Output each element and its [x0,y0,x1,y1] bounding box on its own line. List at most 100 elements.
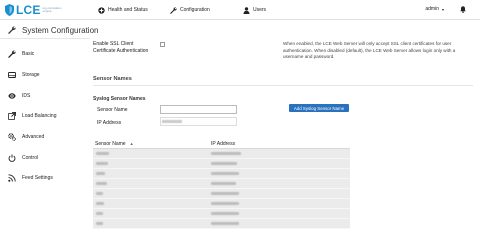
section-divider [93,85,473,86]
wrench-icon [8,50,16,58]
table-row[interactable] [93,209,350,219]
logo-text: LCE [16,3,41,17]
sidebar-item-control[interactable]: Control [8,153,38,163]
redacted-text [211,152,241,155]
redacted-text [211,222,239,225]
gears-icon [8,133,16,141]
cell-ip-address-redacted [211,152,350,155]
cell-sensor-name-redacted [93,202,211,205]
eye-icon [8,93,16,99]
ssl-client-cert-checkbox[interactable] [160,42,165,47]
sidebar-item-basic[interactable]: Basic [8,49,34,59]
table-body [93,149,350,229]
cell-sensor-name-redacted [93,162,211,165]
syslog-sensor-names-title: Syslog Sensor Names [93,96,146,102]
cell-ip-address-redacted [211,192,350,195]
title-divider [0,38,90,39]
redacted-text [96,152,109,155]
nav-users-label: Users [253,7,267,13]
lce-logo[interactable]: LCE log correlation engine [5,3,65,17]
power-icon [8,154,16,162]
add-syslog-sensor-name-button[interactable]: Add Syslog Sensor Name [289,104,349,112]
wrench-icon [170,6,177,14]
chevron-down-icon: ▾ [441,6,444,12]
bell-icon[interactable] [460,6,466,13]
table-row[interactable] [93,179,350,189]
column-header-ip-address[interactable]: IP Address [211,141,350,147]
user-icon [243,6,250,14]
nav-users[interactable]: Users [243,5,266,15]
redacted-text [211,202,239,205]
cell-sensor-name-redacted [93,152,211,155]
page-title-text: System Configuration [22,25,99,35]
drive-icon [8,72,16,78]
nav-configuration[interactable]: Configuration [170,5,210,15]
redacted-text [211,212,239,215]
table-row[interactable] [93,199,350,209]
table-row[interactable] [93,189,350,199]
cell-sensor-name-redacted [93,222,211,225]
redacted-text [96,172,105,175]
top-navbar: LCE log correlation engine Health and St… [0,0,480,20]
redacted-text [211,182,236,185]
external-link-icon [8,112,16,120]
sidebar-item-advanced[interactable]: Advanced [8,132,44,142]
cell-ip-address-redacted [211,212,350,215]
nav-configuration-label: Configuration [180,7,210,13]
column-label: Sensor Name [95,140,126,147]
redacted-text [211,172,239,175]
table-row[interactable] [93,219,350,229]
cell-sensor-name-redacted [93,192,211,195]
cell-sensor-name-redacted [93,182,211,185]
cell-sensor-name-redacted [93,212,211,215]
cell-ip-address-redacted [211,162,350,165]
column-header-sensor-name[interactable]: Sensor Name ▲ [93,141,211,147]
cell-ip-address-redacted [211,202,350,205]
ip-address-label: IP Address [97,120,122,126]
table-row[interactable] [93,169,350,179]
plus-circle-icon [98,6,105,14]
redacted-text [96,222,103,225]
table-row[interactable] [93,159,350,169]
sensor-name-label: Sensor Name [97,107,128,113]
ssl-description: When enabled, the LCE Web Server will on… [283,41,456,60]
sensor-name-input[interactable] [160,105,237,114]
rss-icon [8,174,16,182]
nav-health-label: Health and Status [108,7,148,13]
cell-ip-address-redacted [211,172,350,175]
sidebar-item-label: Control [22,155,39,161]
cell-ip-address-redacted [211,222,350,225]
table-row[interactable] [93,149,350,159]
cell-ip-address-redacted [211,182,350,185]
redacted-text [96,182,107,185]
admin-label: admin [425,6,439,12]
redacted-text [96,162,108,165]
wrench-icon [8,26,16,34]
sidebar-item-label: IDS [22,93,31,99]
section-title-sensor-names: Sensor Names [93,76,132,82]
ip-address-value-redacted [162,120,182,123]
sidebar-item-label: Load Balancing [22,113,57,119]
sensor-names-table: Sensor Name ▲ IP Address [93,139,350,229]
sidebar-item-label: Feed Settings [22,175,53,181]
ssl-setting-label: Enable SSL Client Certificate Authentica… [93,41,148,54]
sidebar-item-ids[interactable]: IDS [8,91,30,101]
logo-subtitle: log correlation engine [42,5,62,13]
nav-health-and-status[interactable]: Health and Status [98,5,148,15]
table-header: Sensor Name ▲ IP Address [93,139,350,149]
admin-menu[interactable]: admin ▾ [425,6,444,12]
redacted-text [96,212,103,215]
redacted-text [211,192,239,195]
redacted-text [96,202,104,205]
sidebar-item-label: Basic [22,51,35,57]
shield-logo-icon [5,4,14,16]
sidebar-item-load-balancing[interactable]: Load Balancing [8,111,56,121]
redacted-text [96,192,103,195]
sidebar-item-label: Storage [22,72,40,78]
sidebar-item-label: Advanced [22,134,45,140]
column-label: IP Address [211,140,236,147]
sort-asc-icon: ▲ [129,141,134,146]
sidebar-item-feed-settings[interactable]: Feed Settings [8,173,53,183]
cell-sensor-name-redacted [93,172,211,175]
sidebar-item-storage[interactable]: Storage [8,70,40,80]
